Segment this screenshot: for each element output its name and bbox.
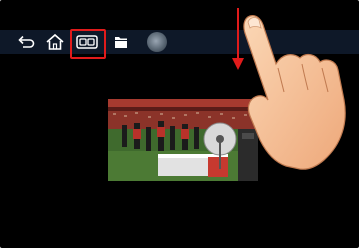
- file-button[interactable]: [113, 32, 129, 52]
- back-button[interactable]: [16, 32, 36, 52]
- circle-button-icon: [147, 32, 167, 52]
- device-screen: [0, 0, 359, 248]
- folder-icon: [115, 37, 127, 48]
- home-button[interactable]: [44, 32, 66, 52]
- assistive-button[interactable]: [145, 32, 169, 52]
- highlight-box: [70, 29, 106, 59]
- swipe-down-arrow-icon: [232, 8, 244, 70]
- back-arrow-icon: [18, 35, 35, 48]
- home-icon: [46, 33, 64, 50]
